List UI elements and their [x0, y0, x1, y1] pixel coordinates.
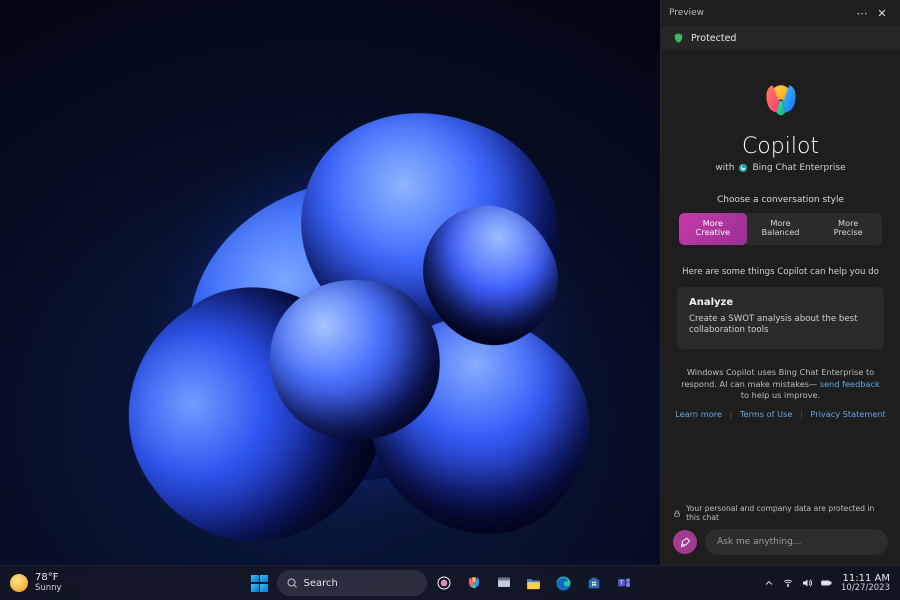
pinned-app-1[interactable]: [491, 570, 517, 596]
search-icon: [286, 577, 298, 589]
taskbar: 78°F Sunny Search: [0, 565, 900, 600]
learn-more-link[interactable]: Learn more: [675, 409, 722, 419]
store-button[interactable]: [581, 570, 607, 596]
sun-icon: [10, 574, 28, 592]
folder-icon: [525, 575, 542, 592]
copilot-title: Preview: [669, 8, 704, 18]
edge-button[interactable]: [551, 570, 577, 596]
style-creative[interactable]: More Creative: [679, 213, 747, 245]
copilot-subline: with Bing Chat Enterprise: [715, 163, 845, 173]
protected-banner: Protected: [661, 26, 900, 50]
suggestion-card[interactable]: Analyze Create a SWOT analysis about the…: [677, 287, 884, 349]
footer-links: Learn more | Terms of Use | Privacy Stat…: [673, 409, 888, 419]
terms-link[interactable]: Terms of Use: [740, 409, 793, 419]
teams-icon: T: [616, 575, 632, 591]
copilot-titlebar: Preview ⋯ ✕: [661, 0, 900, 26]
taskbar-search[interactable]: Search: [277, 570, 427, 596]
battery-icon: [820, 577, 832, 589]
taskbar-center: Search: [120, 570, 763, 596]
file-explorer-button[interactable]: [521, 570, 547, 596]
style-heading: Choose a conversation style: [673, 195, 888, 205]
style-precise[interactable]: More Precise: [814, 213, 882, 245]
privacy-link[interactable]: Privacy Statement: [810, 409, 885, 419]
suggestion-card-body: Create a SWOT analysis about the best co…: [689, 314, 872, 337]
new-topic-button[interactable]: [673, 530, 697, 554]
bing-icon: [738, 163, 748, 173]
store-icon: [586, 575, 602, 591]
system-tray[interactable]: [763, 577, 832, 589]
task-view-button[interactable]: [431, 570, 457, 596]
style-selector: More Creative More Balanced More Precise: [679, 213, 882, 245]
weather-widget[interactable]: 78°F Sunny: [0, 573, 120, 592]
svg-text:T: T: [619, 581, 624, 587]
start-button[interactable]: [247, 570, 273, 596]
close-button[interactable]: ✕: [872, 7, 892, 20]
copilot-panel: Preview ⋯ ✕ Protected: [660, 0, 900, 565]
copilot-app-name: Copilot: [742, 134, 819, 159]
chevron-up-icon: [763, 577, 775, 589]
style-balanced[interactable]: More Balanced: [747, 213, 815, 245]
search-label: Search: [304, 578, 338, 589]
volume-icon: [801, 577, 813, 589]
clock-date: 10/27/2023: [841, 584, 890, 593]
prompt-input[interactable]: [705, 529, 888, 555]
shield-icon: [673, 32, 684, 44]
suggestions-heading: Here are some things Copilot can help yo…: [673, 267, 888, 277]
copilot-taskbar-icon: [465, 574, 483, 592]
more-button[interactable]: ⋯: [852, 7, 872, 20]
lock-icon: [673, 509, 681, 518]
teams-button[interactable]: T: [611, 570, 637, 596]
task-view-icon: [436, 575, 452, 591]
windows-logo-icon: [251, 575, 268, 592]
weather-cond: Sunny: [35, 584, 62, 593]
clock[interactable]: 11:11 AM 10/27/2023: [841, 573, 890, 593]
wifi-icon: [782, 577, 794, 589]
protected-label: Protected: [691, 33, 736, 44]
copilot-logo-icon: [758, 78, 804, 124]
wallpaper-bloom: [70, 60, 630, 580]
suggestion-card-title: Analyze: [689, 297, 872, 308]
protection-note: Your personal and company data are prote…: [673, 504, 888, 522]
broom-icon: [680, 537, 691, 548]
app-icon: [496, 575, 512, 591]
send-feedback-link[interactable]: send feedback: [820, 379, 880, 389]
edge-icon: [555, 575, 572, 592]
copilot-taskbar-button[interactable]: [461, 570, 487, 596]
disclaimer-text: Windows Copilot uses Bing Chat Enterpris…: [679, 367, 882, 401]
